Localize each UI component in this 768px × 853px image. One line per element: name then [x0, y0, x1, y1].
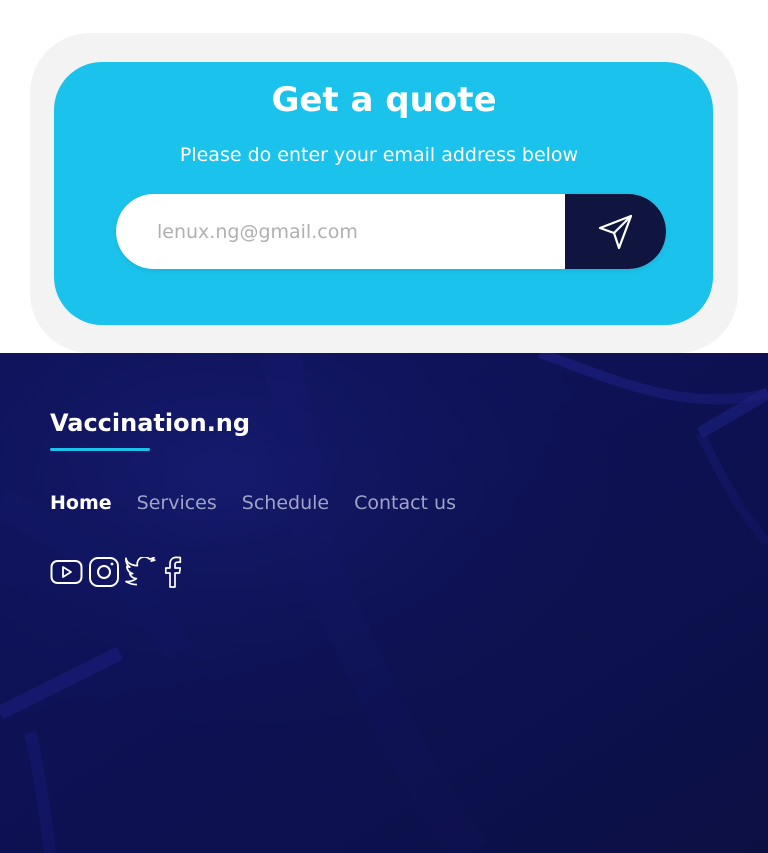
social-links — [50, 555, 188, 589]
email-form — [116, 194, 666, 269]
quote-subtitle: Please do enter your email address below — [179, 144, 579, 166]
quote-title: Get a quote — [271, 80, 497, 120]
youtube-link[interactable] — [50, 558, 83, 586]
twitter-link[interactable] — [125, 557, 158, 587]
nav-link-schedule[interactable]: Schedule — [242, 489, 329, 517]
nav-link-services[interactable]: Services — [137, 489, 217, 517]
nav-link-contact-us[interactable]: Contact us — [354, 489, 456, 517]
brand-underline — [50, 448, 150, 451]
youtube-icon — [50, 560, 83, 584]
page: Get a quote Please do enter your email a… — [0, 0, 768, 853]
footer-nav: Home Services Schedule Contact us — [50, 489, 481, 517]
facebook-link[interactable] — [163, 556, 183, 588]
paper-plane-icon — [598, 214, 632, 249]
instagram-link[interactable] — [88, 556, 120, 588]
nav-link-home[interactable]: Home — [50, 489, 112, 517]
twitter-icon — [125, 557, 156, 586]
facebook-icon — [164, 556, 182, 588]
footer: Vaccination.ng Home Services Schedule Co… — [0, 353, 768, 853]
instagram-icon — [89, 557, 119, 587]
brand-name[interactable]: Vaccination.ng — [50, 405, 250, 441]
email-input[interactable] — [116, 194, 565, 269]
send-button[interactable] — [565, 194, 666, 269]
